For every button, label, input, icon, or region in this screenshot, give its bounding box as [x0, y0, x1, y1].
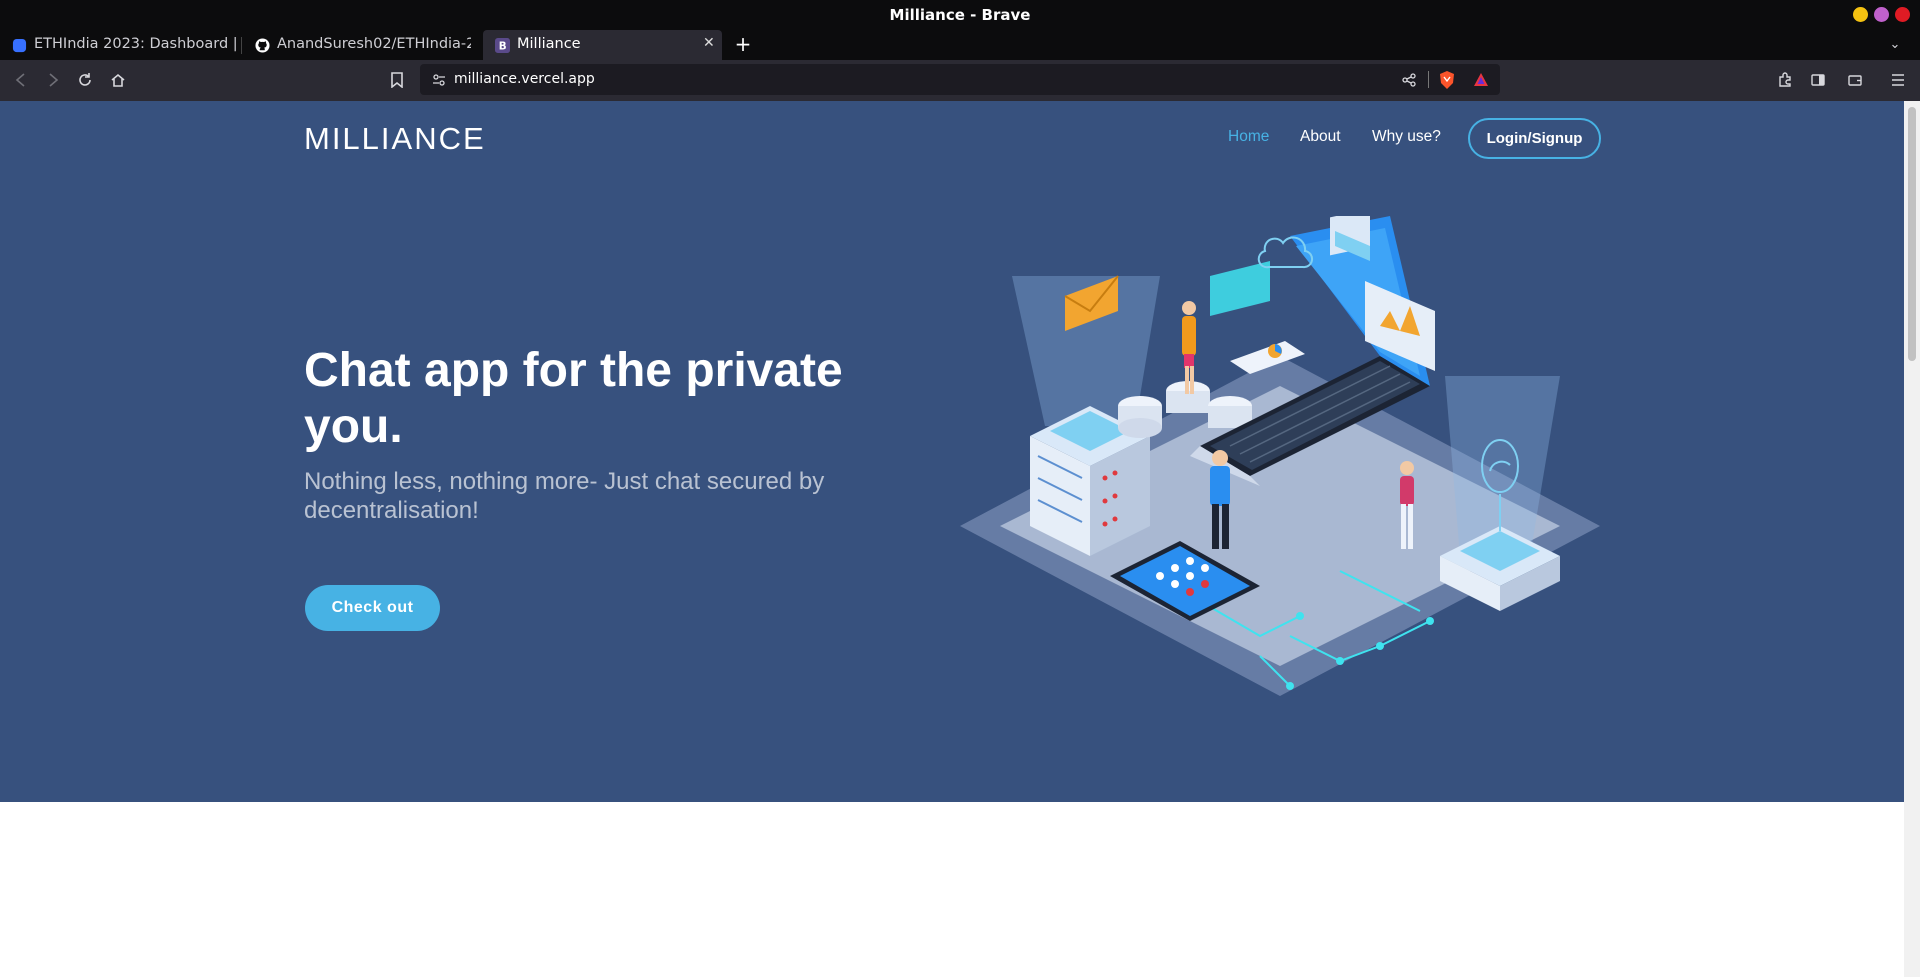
scrollbar-thumb[interactable]: [1908, 107, 1916, 361]
person-woman-standing: [1182, 301, 1196, 394]
close-window-button[interactable]: [1895, 7, 1910, 22]
tab-label: ETHIndia 2023: Dashboard | D: [34, 36, 240, 52]
nav-home-link[interactable]: Home: [1228, 128, 1269, 146]
brave-shields-icon[interactable]: [1436, 69, 1458, 91]
sidebar-icon[interactable]: [1807, 69, 1829, 91]
page-viewport: MILLIANCE Home About Why use? Login/Sign…: [0, 101, 1904, 977]
extensions-icon[interactable]: [1774, 69, 1796, 91]
browser-toolbar: milliance.vercel.app: [0, 60, 1920, 101]
wallet-icon[interactable]: [1844, 69, 1866, 91]
window-titlebar: Milliance - Brave: [0, 0, 1920, 29]
site-logo[interactable]: MILLIANCE: [304, 121, 486, 157]
tab-label: Milliance: [517, 36, 581, 52]
tab-ethindia[interactable]: ETHIndia 2023: Dashboard | D: [0, 30, 240, 60]
back-icon[interactable]: [10, 69, 32, 91]
svg-text:B: B: [499, 41, 507, 53]
tab-bar: ETHIndia 2023: Dashboard | D AnandSuresh…: [0, 29, 1920, 60]
bookmark-icon[interactable]: [386, 69, 408, 91]
reload-icon[interactable]: [74, 69, 96, 91]
devfolio-favicon-icon: [12, 38, 27, 53]
minimize-button[interactable]: [1853, 7, 1868, 22]
hero-section: MILLIANCE Home About Why use? Login/Sign…: [0, 101, 1904, 802]
nav-why-link[interactable]: Why use?: [1372, 128, 1441, 146]
urlbar-separator: [1428, 71, 1429, 88]
maximize-button[interactable]: [1874, 7, 1889, 22]
home-icon[interactable]: [107, 69, 129, 91]
hero-illustration: [960, 216, 1600, 696]
new-tab-button[interactable]: +: [732, 32, 754, 56]
milliance-favicon-icon: B: [495, 38, 510, 53]
tab-github[interactable]: AnandSuresh02/ETHIndia-23: [243, 30, 471, 60]
share-icon[interactable]: [1398, 69, 1420, 91]
tab-separator: [241, 37, 242, 54]
tab-label: AnandSuresh02/ETHIndia-23: [277, 36, 471, 52]
github-icon: [255, 38, 270, 53]
forward-icon[interactable]: [42, 69, 64, 91]
hero-headline: Chat app for the private you.: [304, 344, 843, 453]
address-bar[interactable]: milliance.vercel.app: [420, 64, 1500, 95]
check-out-button[interactable]: Check out: [305, 585, 440, 631]
window-title: Milliance - Brave: [889, 6, 1031, 24]
menu-icon[interactable]: [1887, 69, 1909, 91]
site-info-icon[interactable]: [428, 69, 450, 91]
tab-list-chevron-icon[interactable]: ⌄: [1884, 33, 1906, 55]
url-text: milliance.vercel.app: [454, 71, 595, 87]
close-tab-icon[interactable]: ✕: [703, 35, 715, 51]
nav-about-link[interactable]: About: [1300, 128, 1341, 146]
page-scrollbar[interactable]: [1904, 101, 1920, 977]
login-signup-button[interactable]: Login/Signup: [1468, 118, 1601, 159]
tab-milliance[interactable]: B Milliance ✕: [483, 30, 722, 60]
hero-subline: Nothing less, nothing more- Just chat se…: [304, 468, 825, 524]
brave-rewards-icon[interactable]: [1470, 69, 1492, 91]
